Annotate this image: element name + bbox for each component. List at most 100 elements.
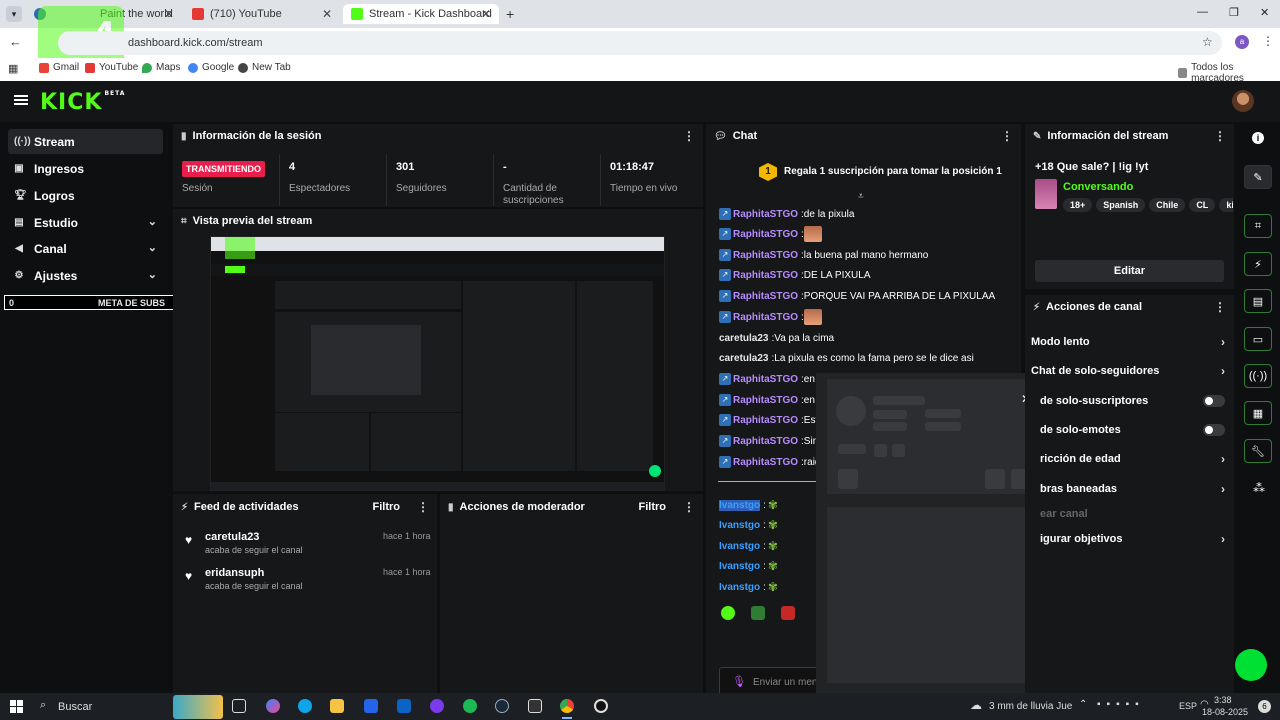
channel-action-row[interactable]: igurar objetivos › [1040, 529, 1240, 549]
rail-chat-button[interactable]: ▭ [1244, 327, 1272, 351]
chat-username[interactable]: Ivanstgo [719, 541, 760, 552]
chat-username[interactable]: Ivanstgo [719, 561, 760, 572]
tab-kick-dashboard[interactable]: Stream - Kick Dashboard ✕ [343, 4, 499, 24]
emote-icon[interactable] [781, 606, 795, 620]
close-icon[interactable]: ✕ [164, 7, 174, 21]
edit-button[interactable]: Editar [1035, 260, 1224, 282]
kick-logo[interactable]: KICK BETA [40, 90, 125, 115]
address-bar[interactable]: dashboard.kick.com/stream [58, 31, 1222, 55]
new-tab-button[interactable]: + [506, 6, 514, 22]
tab-youtube[interactable]: (710) YouTube ✕ [184, 4, 340, 24]
chat-username[interactable]: RaphitaSTGO [733, 415, 798, 426]
steam-icon[interactable] [495, 699, 509, 713]
channel-action-row[interactable]: Chat de solo-seguidores › [1031, 361, 1231, 381]
rail-lightning-button[interactable]: ⚡︎ [1244, 252, 1272, 276]
bookmark-new-tab[interactable]: New Tab [238, 62, 291, 73]
bookmark-maps[interactable]: Maps [142, 62, 180, 73]
toggle-switch[interactable] [1203, 395, 1225, 407]
rail-clip-button[interactable]: ⌗ [1244, 214, 1272, 238]
outlook-icon[interactable] [397, 699, 411, 713]
info-icon[interactable]: i [1252, 132, 1264, 144]
weather-icon[interactable]: ☁ [970, 698, 982, 712]
obs-icon[interactable] [594, 699, 608, 713]
close-icon[interactable]: ✕ [481, 7, 491, 21]
kebab-menu-icon[interactable]: ⋮ [683, 500, 695, 514]
kebab-menu-icon[interactable]: ⋮ [1001, 129, 1013, 143]
chat-username[interactable]: RaphitaSTGO [733, 250, 798, 261]
sidebar-item-ingresos[interactable]: ▣ Ingresos [8, 156, 163, 181]
filter-button[interactable]: Filtro [639, 501, 667, 513]
chat-username[interactable]: RaphitaSTGO [733, 291, 798, 302]
close-icon[interactable]: ✕ [322, 7, 332, 21]
tray-icons[interactable]: ▪▪▪▪▪ [1097, 699, 1145, 710]
status-indicator[interactable] [1235, 649, 1267, 681]
bookmark-youtube[interactable]: YouTube [85, 62, 138, 73]
chat-username[interactable]: RaphitaSTGO [733, 209, 798, 220]
taskbar-search[interactable]: ⌕ Buscar [30, 693, 225, 720]
scroll-down-icon[interactable]: ⩡ [858, 191, 864, 202]
chat-username[interactable]: caretula23 [719, 353, 768, 364]
chat-username[interactable]: Ivanstgo [719, 520, 760, 531]
minimize-icon[interactable]: — [1197, 6, 1208, 18]
chrome-icon[interactable] [560, 699, 574, 713]
back-icon[interactable]: ← [9, 34, 22, 49]
notification-badge[interactable]: 6 [1258, 700, 1271, 713]
apps-icon[interactable]: ▦ [8, 62, 18, 75]
channel-action-row[interactable]: ear canal [1040, 504, 1240, 524]
window-close-icon[interactable]: ✕ [1260, 6, 1269, 19]
mic-icon[interactable]: 🎙︎ [732, 675, 746, 688]
rail-notes-button[interactable]: ▤ [1244, 289, 1272, 313]
star-icon[interactable]: ☆ [1202, 35, 1213, 49]
restore-icon[interactable]: ❐ [1229, 6, 1239, 19]
epic-games-icon[interactable] [528, 699, 542, 713]
clock-time[interactable]: 3:38 [1214, 695, 1232, 705]
channel-action-row[interactable]: de solo-emotes [1040, 420, 1240, 440]
windows-start-icon[interactable] [10, 700, 23, 713]
store-icon[interactable] [364, 699, 378, 713]
rail-tools-button[interactable]: 🔧︎ [1244, 439, 1272, 463]
bookmark-gmail[interactable]: Gmail [39, 62, 79, 73]
language-indicator[interactable]: ESP [1179, 701, 1197, 711]
channel-action-row[interactable]: Modo lento › [1031, 332, 1231, 352]
category-name[interactable]: Conversando [1063, 181, 1133, 193]
kebab-menu-icon[interactable]: ⋮ [1214, 300, 1226, 314]
emote-icon[interactable] [721, 606, 735, 620]
chat-username[interactable]: RaphitaSTGO [733, 374, 798, 385]
weather-text[interactable]: 3 mm de lluvia Jue [989, 701, 1072, 712]
connections-icon[interactable]: ⁂ [1253, 481, 1265, 495]
rail-layout-button[interactable]: ▦ [1244, 401, 1272, 425]
gift-sub-banner[interactable]: Regala 1 suscripción para tomar la posic… [784, 166, 1002, 177]
filter-button[interactable]: Filtro [373, 501, 401, 513]
sidebar-item-logros[interactable]: 🏆︎ Logros [8, 183, 163, 208]
chat-username[interactable]: caretula23 [719, 333, 768, 344]
emote-icon[interactable] [751, 606, 765, 620]
spotify-icon[interactable] [463, 699, 477, 713]
channel-action-row[interactable]: de solo-suscriptores [1040, 391, 1240, 411]
sidebar-item-canal[interactable]: ◀ Canal ⌄ [8, 236, 163, 261]
edge-icon[interactable] [298, 699, 312, 713]
stream-preview-video[interactable] [210, 236, 665, 491]
chat-username[interactable]: RaphitaSTGO [733, 229, 798, 240]
profile-avatar[interactable]: a [1235, 35, 1249, 49]
bookmark-google[interactable]: Google [188, 62, 234, 73]
chat-username[interactable]: RaphitaSTGO [733, 270, 798, 281]
channel-action-row[interactable]: ricción de edad › [1040, 449, 1240, 469]
channel-action-row[interactable]: bras baneadas › [1040, 479, 1240, 499]
app-icon[interactable] [430, 699, 444, 713]
chat-username[interactable]: RaphitaSTGO [733, 457, 798, 468]
clock-date[interactable]: 18-08-2025 [1202, 707, 1248, 717]
task-view-icon[interactable] [232, 699, 246, 713]
chat-username[interactable]: RaphitaSTGO [733, 436, 798, 447]
sidebar-item-estudio[interactable]: ▤ Estudio ⌄ [8, 210, 163, 235]
toggle-switch[interactable] [1203, 424, 1225, 436]
copilot-icon[interactable] [266, 699, 280, 713]
kebab-menu-icon[interactable]: ⋮ [417, 500, 429, 514]
chat-username[interactable]: Ivanstgo [719, 499, 761, 511]
file-explorer-icon[interactable] [330, 699, 344, 713]
tray-chevron-icon[interactable]: ⌃ [1079, 699, 1087, 710]
chat-username[interactable]: RaphitaSTGO [733, 312, 798, 323]
sidebar-item-ajustes[interactable]: ⚙ Ajustes ⌄ [8, 263, 163, 288]
chat-username[interactable]: Ivanstgo [719, 582, 760, 593]
kebab-menu-icon[interactable]: ⋮ [1214, 129, 1226, 143]
hamburger-menu-icon[interactable] [14, 95, 28, 105]
